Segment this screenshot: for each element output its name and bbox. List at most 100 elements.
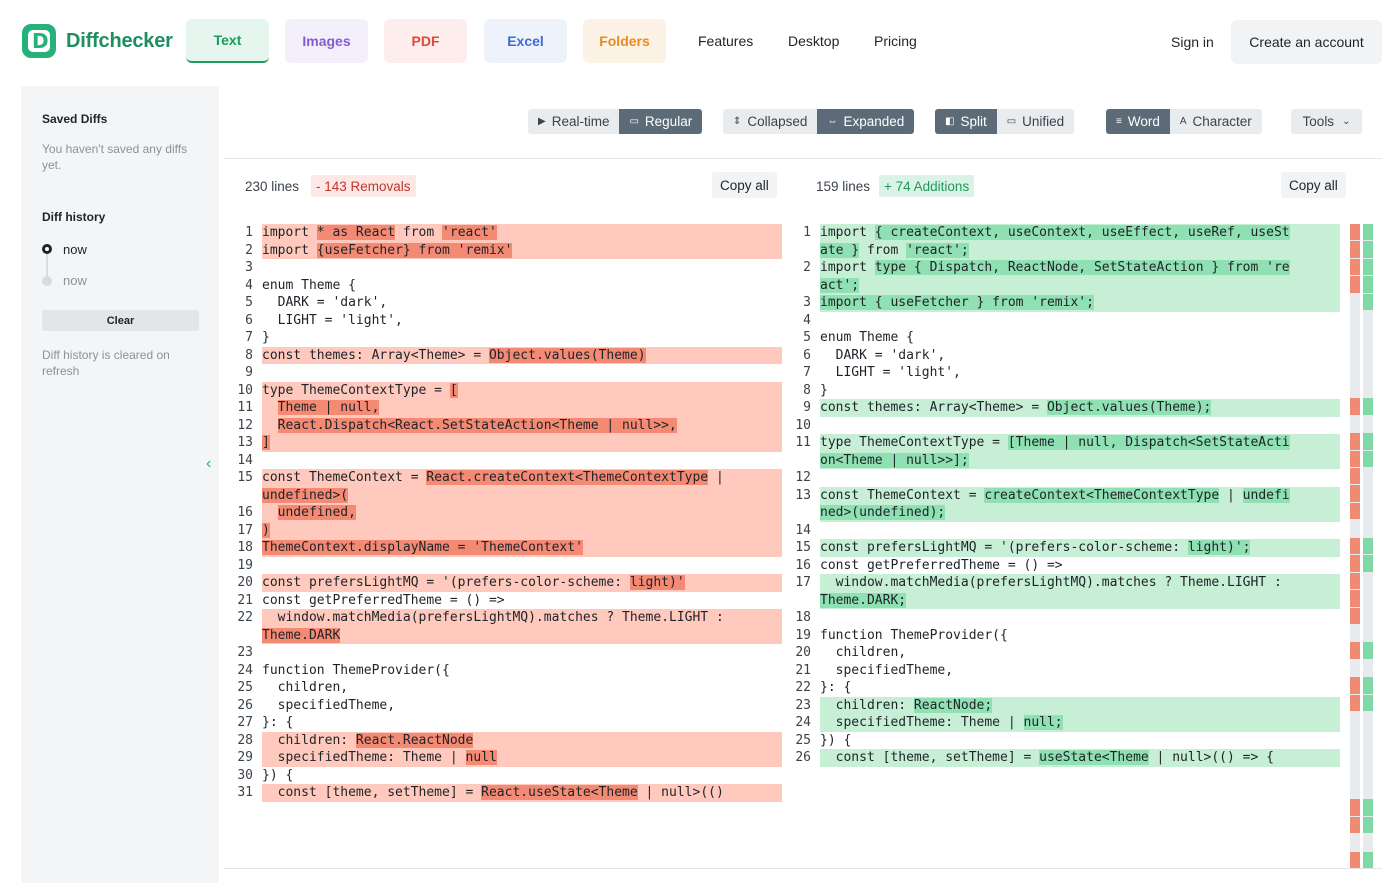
toolbar-button-label: Real-time (551, 114, 610, 129)
right-diff-row: 26 const [theme, setTheme] = useState<Th… (782, 749, 1340, 767)
changed-token: 'react'; (906, 242, 969, 258)
nav-link-features[interactable]: Features (698, 33, 753, 49)
code-line: children: ReactNode; (820, 696, 1340, 714)
real-time-icon: ▶ (538, 116, 546, 127)
code-token: specifiedTheme: Theme | (820, 715, 1024, 730)
code-token: const [theme, setTheme] = (820, 750, 1040, 765)
nav-tab-images[interactable]: Images (285, 19, 368, 63)
nav-tab-excel[interactable]: Excel (484, 19, 567, 63)
code-token: }) { (820, 732, 852, 748)
code-line: function ThemeProvider({ (820, 627, 1340, 645)
left-diff-row: 29 specifiedTheme: Theme | null (224, 749, 782, 767)
code-line: window.matchMedia(prefersLightMQ).matche… (262, 609, 782, 627)
line-number: 18 (795, 610, 811, 625)
changed-token: [ (449, 382, 458, 398)
copy-all-right-button[interactable]: Copy all (1281, 172, 1346, 198)
code-token: window.matchMedia(prefersLightMQ).matche… (262, 610, 724, 625)
left-diff-row: undefined>( (224, 486, 782, 504)
code-line: React.Dispatch<React.SetStateAction<Them… (262, 416, 782, 434)
right-diff-row: 5 enum Theme { (782, 329, 1340, 347)
history-timeline (46, 252, 48, 278)
tools-label: Tools (1302, 114, 1335, 129)
left-diff-row: 9 (224, 364, 782, 382)
toolbar-regular-button[interactable]: ▭ Regular (619, 109, 703, 134)
code-token: children, (262, 680, 349, 695)
minimap-additions[interactable] (1363, 224, 1373, 869)
line-number: 24 (795, 715, 811, 730)
tools-dropdown[interactable]: Tools ⌄ (1291, 109, 1362, 134)
left-diff-row: 18 ThemeContext.displayName = 'ThemeConte… (224, 539, 782, 557)
code-line: children, (262, 679, 782, 697)
right-diff-row: 20 children, (782, 644, 1340, 662)
nav-tab-text[interactable]: Text (186, 19, 269, 63)
nav-link-desktop[interactable]: Desktop (788, 33, 839, 49)
collapse-sidebar-chevron-icon[interactable]: ‹ (206, 455, 211, 473)
right-diff-row: 7 LIGHT = 'light', (782, 364, 1340, 382)
line-number: 19 (795, 627, 811, 643)
code-line: } (262, 329, 782, 347)
toolbar-character-button[interactable]: A Character (1169, 109, 1262, 134)
toolbar-divider (224, 158, 1382, 159)
diffchecker-logo[interactable]: Diffchecker (22, 24, 173, 58)
code-line: const themes: Array<Theme> = Object.valu… (262, 346, 782, 364)
line-number: 20 (795, 645, 811, 660)
right-diff-row: 24 specifiedTheme: Theme | null; (782, 714, 1340, 732)
code-token: from (395, 225, 443, 240)
minimap-removals[interactable] (1350, 224, 1360, 869)
right-diff-row: Theme.DARK; (782, 591, 1340, 609)
nav-tab-folders[interactable]: Folders (583, 19, 666, 63)
create-account-button[interactable]: Create an account (1231, 20, 1382, 64)
right-lines-count: 159 lines (816, 179, 871, 194)
code-line: ] (262, 434, 782, 452)
changed-token: undefi (1242, 487, 1290, 503)
changed-token: undefined>( (262, 487, 349, 503)
top-header: Diffchecker Text Images PDF Excel Folders Fe… (0, 0, 1400, 84)
nav-tab-pdf[interactable]: PDF (384, 19, 467, 63)
minimap-mark (1363, 537, 1373, 555)
left-diff-row: 13] (224, 434, 782, 452)
line-number (224, 627, 262, 645)
minimap-mark (1350, 694, 1360, 712)
toolbar-word-button[interactable]: ≡ Word (1106, 109, 1170, 134)
copy-all-left-button[interactable]: Copy all (712, 172, 777, 198)
line-number: 14 (237, 452, 253, 468)
toolbar-real-time-button[interactable]: ▶ Real-time (528, 109, 620, 134)
right-diff-pane[interactable]: 1 import { createContext, useContext, use… (782, 224, 1340, 869)
code-line: on<Theme | null>>]; (820, 451, 1340, 469)
clear-history-button[interactable]: Clear (42, 310, 199, 331)
changed-token: undefined, (277, 505, 356, 520)
right-diff-row: 15 const prefersLightMQ = '(prefers-color… (782, 539, 1340, 557)
changed-token: type { Dispatch, ReactNode, SetStateActi… (874, 260, 1290, 275)
code-token: LIGHT = 'light', (820, 365, 961, 380)
nav-link-pricing[interactable]: Pricing (874, 33, 917, 49)
toolbar-unified-button[interactable]: ▭ Unified (996, 109, 1075, 134)
line-number: 28 (237, 732, 253, 748)
code-line: specifiedTheme, (262, 697, 782, 715)
history-item-2[interactable]: now (63, 273, 87, 288)
line-number: 15 (795, 540, 811, 555)
code-line: const prefersLightMQ = '(prefers-color-s… (262, 574, 782, 592)
left-diff-pane[interactable]: 1 import * as React from 'react' 2 import {… (224, 224, 782, 869)
line-number: 25 (237, 680, 253, 695)
minimap-mark (1350, 642, 1360, 659)
toolbar-collapsed-button[interactable]: ⇕ Collapsed (723, 109, 818, 134)
left-diff-row: 26 specifiedTheme, (224, 697, 782, 715)
code-token: const themes: Array<Theme> = (820, 400, 1047, 415)
line-number: 10 (795, 417, 811, 433)
toolbar-split-button[interactable]: ◧ Split (935, 109, 997, 134)
history-item-1[interactable]: now (63, 242, 87, 257)
changed-token: Theme | null, (277, 400, 380, 415)
sign-in-link[interactable]: Sign in (1171, 34, 1214, 50)
history-dot-active (42, 244, 52, 254)
changed-token: ate } (820, 242, 860, 258)
changed-token: React.Dispatch<React.SetStateAction<Them… (277, 417, 677, 433)
minimap-mark (1363, 241, 1373, 258)
line-number: 6 (245, 312, 253, 328)
toolbar-expanded-button[interactable]: ⇔ Expanded (817, 109, 915, 134)
minimap-mark (1363, 677, 1373, 694)
left-diff-row: 1 import * as React from 'react' (224, 224, 782, 242)
diff-main-panel: ▶ Real-time ▭ Regular ⇕ Collapsed ⇔ Expanded ◧ Sp… (224, 86, 1382, 883)
